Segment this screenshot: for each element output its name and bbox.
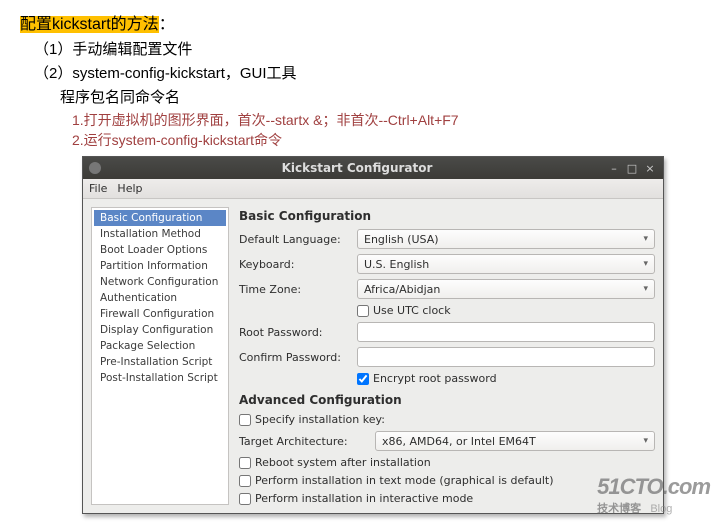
arch-value: x86, AMD64, or Intel EM64T (382, 435, 536, 448)
sidebar-item-postscript[interactable]: Post-Installation Script (94, 370, 226, 386)
menu-file[interactable]: File (89, 182, 107, 195)
basic-section-title: Basic Configuration (239, 209, 655, 223)
dropdown-icon: ▾ (643, 234, 648, 244)
encrypt-label: Encrypt root password (373, 372, 497, 385)
sidebar-item-auth[interactable]: Authentication (94, 290, 226, 306)
sidebar-item-prescript[interactable]: Pre-Installation Script (94, 354, 226, 370)
confirm-password-input[interactable] (357, 347, 655, 367)
dropdown-icon: ▾ (643, 284, 648, 294)
sidebar-item-install[interactable]: Installation Method (94, 226, 226, 242)
root-password-input[interactable] (357, 322, 655, 342)
arch-label: Target Architecture: (239, 435, 369, 448)
menubar: File Help (83, 179, 663, 199)
speckey-checkbox-input[interactable] (239, 414, 251, 426)
page-heading: 配置kickstart的方法： (20, 10, 702, 34)
sidebar: Basic Configuration Installation Method … (91, 207, 229, 505)
sidebar-item-display[interactable]: Display Configuration (94, 322, 226, 338)
reboot-checkbox-input[interactable] (239, 457, 251, 469)
main-panel: Basic Configuration Default Language: En… (239, 207, 655, 505)
root-label: Root Password: (239, 326, 351, 339)
adv-section-title: Advanced Configuration (239, 393, 655, 407)
watermark-sub: 技术博客 Blog (597, 500, 710, 516)
utc-checkbox-input[interactable] (357, 305, 369, 317)
app-window: Kickstart Configurator – □ × File Help B… (82, 156, 664, 514)
close-button[interactable]: × (643, 162, 657, 175)
kbd-combo[interactable]: U.S. English ▾ (357, 254, 655, 274)
sidebar-item-firewall[interactable]: Firewall Configuration (94, 306, 226, 322)
textmode-checkbox[interactable]: Perform installation in text mode (graph… (239, 474, 554, 487)
sidebar-item-partition[interactable]: Partition Information (94, 258, 226, 274)
reboot-label: Reboot system after installation (255, 456, 431, 469)
speckey-label: Specify installation key: (255, 413, 385, 426)
reboot-checkbox[interactable]: Reboot system after installation (239, 456, 431, 469)
textmode-checkbox-input[interactable] (239, 475, 251, 487)
kbd-label: Keyboard: (239, 258, 351, 271)
utc-label: Use UTC clock (373, 304, 451, 317)
interactive-label: Perform installation in interactive mode (255, 492, 473, 505)
tz-value: Africa/Abidjan (364, 283, 440, 296)
arch-combo[interactable]: x86, AMD64, or Intel EM64T ▾ (375, 431, 655, 451)
interactive-checkbox[interactable]: Perform installation in interactive mode (239, 492, 473, 505)
sidebar-item-network[interactable]: Network Configuration (94, 274, 226, 290)
window-titlebar[interactable]: Kickstart Configurator – □ × (83, 157, 663, 179)
lang-label: Default Language: (239, 233, 351, 246)
sidebar-item-boot[interactable]: Boot Loader Options (94, 242, 226, 258)
maximize-button[interactable]: □ (625, 162, 639, 175)
doc-line-1: （1）手动编辑配置文件 (34, 38, 702, 59)
sidebar-item-package[interactable]: Package Selection (94, 338, 226, 354)
heading-highlight: 配置kickstart的方法 (20, 16, 159, 33)
tz-combo[interactable]: Africa/Abidjan ▾ (357, 279, 655, 299)
tz-label: Time Zone: (239, 283, 351, 296)
menu-help[interactable]: Help (117, 182, 142, 195)
confirm-label: Confirm Password: (239, 351, 351, 364)
watermark-main: 51CTO.com (597, 474, 710, 500)
doc-line-2: （2）system-config-kickstart，GUI工具 (34, 62, 702, 83)
dropdown-icon: ▾ (643, 259, 648, 269)
lang-value: English (USA) (364, 233, 439, 246)
doc-sub-2: 2.运行system-config-kickstart命令 (72, 130, 702, 150)
kbd-value: U.S. English (364, 258, 429, 271)
speckey-checkbox[interactable]: Specify installation key: (239, 413, 385, 426)
encrypt-checkbox-input[interactable] (357, 373, 369, 385)
sidebar-item-basic[interactable]: Basic Configuration (94, 210, 226, 226)
interactive-checkbox-input[interactable] (239, 493, 251, 505)
dropdown-icon: ▾ (643, 436, 648, 446)
app-icon (89, 162, 101, 174)
minimize-button[interactable]: – (607, 162, 621, 175)
window-body: Basic Configuration Installation Method … (83, 199, 663, 513)
watermark: 51CTO.com 技术博客 Blog (597, 474, 710, 516)
doc-line-3: 程序包名同命令名 (60, 86, 702, 107)
window-title: Kickstart Configurator (107, 161, 607, 175)
lang-combo[interactable]: English (USA) ▾ (357, 229, 655, 249)
utc-checkbox[interactable]: Use UTC clock (357, 304, 451, 317)
encrypt-checkbox[interactable]: Encrypt root password (357, 372, 497, 385)
doc-sub-1: 1.打开虚拟机的图形界面，首次--startx &；非首次--Ctrl+Alt+… (72, 110, 702, 130)
textmode-label: Perform installation in text mode (graph… (255, 474, 554, 487)
